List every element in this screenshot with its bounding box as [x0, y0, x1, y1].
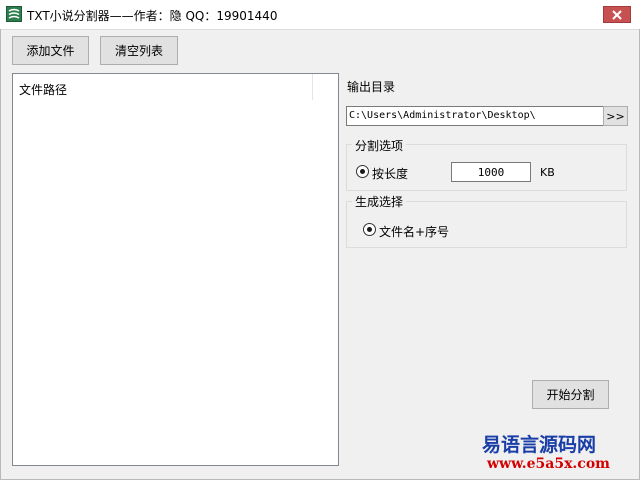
split-options-title: 分割选项	[352, 137, 407, 154]
browse-button[interactable]: >>	[603, 106, 628, 126]
unit-label: KB	[540, 166, 555, 179]
output-path-input[interactable]: C:\Users\Administrator\Desktop\	[346, 106, 604, 126]
output-dir-label: 输出目录	[347, 80, 396, 94]
generate-options-title: 生成选择	[352, 193, 407, 210]
watermark-site-name: 易语言源码网	[482, 434, 597, 456]
app-icon	[6, 6, 22, 22]
window-title: TXT小说分割器——作者：隐 QQ：19901440	[27, 9, 278, 23]
column-header-file-path[interactable]: 文件路径	[13, 74, 313, 100]
add-file-button[interactable]: 添加文件	[12, 36, 89, 65]
start-split-button[interactable]: 开始分割	[532, 380, 609, 409]
by-length-radio[interactable]	[356, 165, 369, 178]
column-header-label: 文件路径	[19, 83, 68, 97]
filename-seq-radio[interactable]	[363, 223, 376, 236]
title-bar: TXT小说分割器——作者：隐 QQ：19901440	[0, 0, 640, 30]
file-list[interactable]: 文件路径	[12, 73, 339, 466]
by-length-label: 按长度	[372, 167, 409, 181]
close-button[interactable]	[603, 6, 631, 23]
clear-list-button[interactable]: 清空列表	[100, 36, 178, 65]
watermark-url: www.e5a5x.com	[487, 456, 610, 472]
close-icon	[612, 9, 622, 20]
filename-seq-label: 文件名+序号	[379, 225, 450, 239]
length-input[interactable]: 1000	[451, 162, 531, 182]
